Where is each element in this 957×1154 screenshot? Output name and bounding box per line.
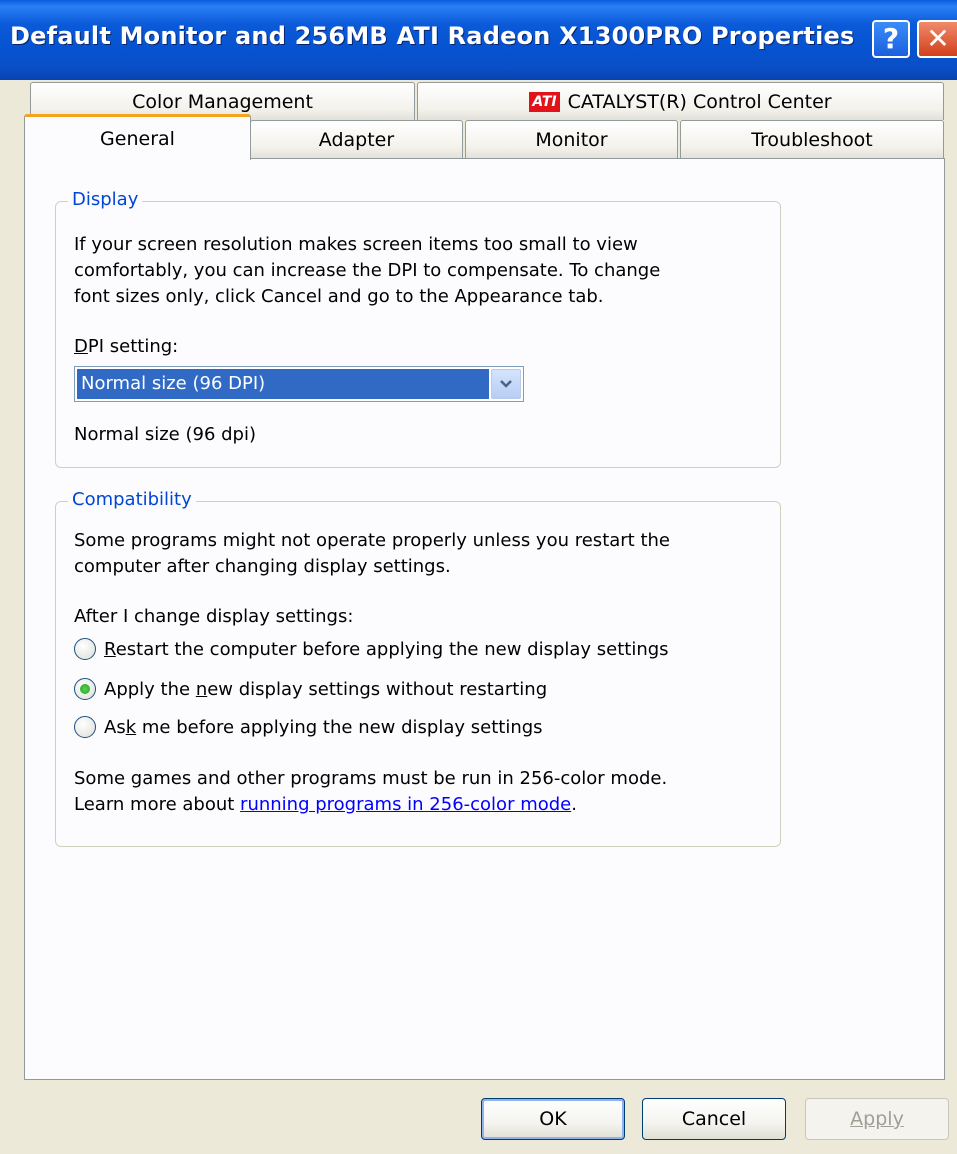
dpi-setting-label: DPI setting:: [74, 336, 179, 357]
ok-label: OK: [539, 1108, 567, 1130]
display-groupbox: Display If your screen resolution makes …: [55, 189, 781, 468]
title-bar[interactable]: Default Monitor and 256MB ATI Radeon X13…: [0, 0, 957, 80]
tab-label: CATALYST(R) Control Center: [567, 90, 832, 113]
dropdown-button[interactable]: [491, 369, 521, 399]
radio-label: Restart the computer before applying the…: [104, 638, 669, 660]
ati-logo-icon: ATI: [529, 91, 560, 112]
general-tab-panel: Display If your screen resolution makes …: [24, 158, 945, 1080]
dpi-selected-value: Normal size (96 DPI): [77, 369, 489, 399]
apply-label: Apply: [850, 1108, 904, 1130]
chevron-down-icon: [500, 380, 512, 388]
window-title: Default Monitor and 256MB ATI Radeon X13…: [10, 22, 855, 50]
display-legend: Display: [68, 189, 143, 210]
radio-selected-dot: [80, 684, 90, 694]
cancel-button[interactable]: Cancel: [642, 1098, 786, 1140]
tab-catalyst-control-center[interactable]: ATI CATALYST(R) Control Center: [417, 82, 944, 120]
properties-dialog: Default Monitor and 256MB ATI Radeon X13…: [0, 0, 957, 1154]
256-color-mode-link[interactable]: running programs in 256-color mode: [240, 794, 571, 815]
display-description-line3: font sizes only, click Cancel and go to …: [74, 286, 604, 307]
radio-restart-computer[interactable]: Restart the computer before applying the…: [74, 637, 669, 661]
after-change-label: After I change display settings:: [74, 606, 354, 627]
tab-label: Monitor: [535, 128, 608, 151]
tab-label: Color Management: [132, 90, 313, 113]
compatibility-description-line2: computer after changing display settings…: [74, 556, 451, 577]
radio-label: Apply the new display settings without r…: [104, 678, 548, 700]
close-icon: ✕: [926, 22, 950, 55]
compatibility-description-line1: Some programs might not operate properly…: [74, 530, 670, 551]
tab-adapter[interactable]: Adapter: [250, 120, 463, 158]
help-button[interactable]: ?: [872, 20, 910, 58]
tab-label: Adapter: [318, 128, 395, 151]
compatibility-groupbox: Compatibility Some programs might not op…: [55, 489, 781, 847]
radio-button-selected[interactable]: [74, 678, 96, 700]
help-icon: ?: [882, 22, 900, 55]
radio-label: Ask me before applying the new display s…: [104, 716, 543, 738]
radio-button[interactable]: [74, 716, 96, 738]
tab-label: Troubleshoot: [751, 128, 873, 151]
games-description-line1: Some games and other programs must be ru…: [74, 768, 668, 789]
radio-button[interactable]: [74, 638, 96, 660]
tab-troubleshoot[interactable]: Troubleshoot: [680, 120, 944, 158]
dpi-setting-dropdown[interactable]: Normal size (96 DPI): [74, 366, 524, 402]
display-description-line2: comfortably, you can increase the DPI to…: [74, 260, 661, 281]
dpi-note: Normal size (96 dpi): [74, 424, 256, 445]
tab-label: General: [100, 127, 175, 150]
games-description-line2: Learn more about running programs in 256…: [74, 794, 577, 815]
compatibility-legend: Compatibility: [68, 489, 196, 510]
tab-general[interactable]: General: [24, 114, 251, 160]
ok-button[interactable]: OK: [481, 1098, 625, 1140]
radio-ask-me[interactable]: Ask me before applying the new display s…: [74, 715, 543, 739]
close-button[interactable]: ✕: [917, 20, 957, 58]
cancel-label: Cancel: [681, 1108, 747, 1130]
display-description-line1: If your screen resolution makes screen i…: [74, 234, 638, 255]
tab-monitor[interactable]: Monitor: [465, 120, 678, 158]
radio-apply-without-restart[interactable]: Apply the new display settings without r…: [74, 677, 547, 701]
apply-button[interactable]: Apply: [805, 1098, 949, 1140]
